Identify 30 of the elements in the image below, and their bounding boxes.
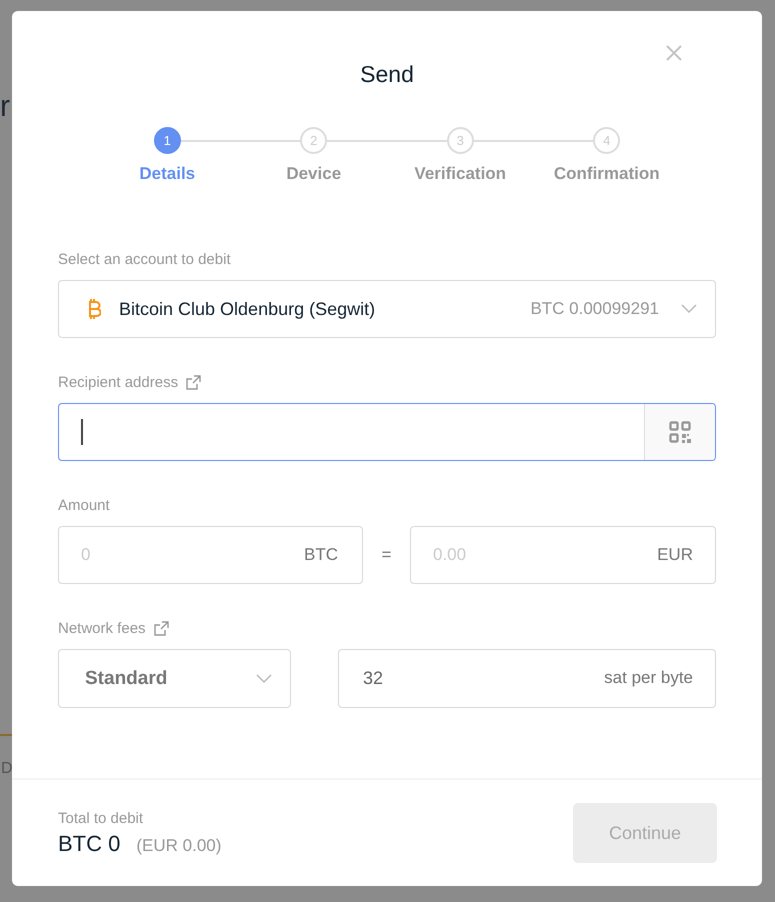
total-label: Total to debit	[58, 810, 144, 826]
step-label: Confirmation	[554, 164, 660, 184]
field-label: Recipient address	[58, 374, 178, 391]
step-number: 1	[154, 127, 181, 154]
qr-code-icon[interactable]	[669, 421, 691, 443]
account-name: Bitcoin Club Oldenburg (Segwit)	[119, 298, 376, 320]
chevron-down-icon	[681, 304, 697, 314]
account-select[interactable]: Bitcoin Club Oldenburg (Segwit) BTC 0.00099291	[58, 280, 716, 338]
step-label: Device	[286, 164, 342, 184]
unit-label: EUR	[657, 545, 693, 565]
field-label: Amount	[58, 497, 111, 514]
unit-label: sat per byte	[604, 668, 693, 688]
fee-preset-select[interactable]: Standard	[58, 649, 291, 708]
field-label: Select an account to debit	[58, 251, 232, 268]
external-link-icon[interactable]	[186, 375, 202, 390]
equals-sign: =	[380, 545, 392, 565]
chevron-down-icon	[256, 674, 272, 684]
step-label: Verification	[414, 164, 506, 184]
total-amount: BTC 0	[58, 830, 120, 856]
background-heading-text: r	[0, 90, 10, 124]
field-label: Network fees	[58, 620, 146, 637]
external-link-icon[interactable]	[154, 621, 169, 636]
account-balance: BTC 0.00099291	[530, 299, 659, 319]
bitcoin-icon	[87, 298, 101, 320]
recipient-address-field[interactable]	[58, 403, 716, 461]
total-fiat-amount: (EUR 0.00)	[136, 836, 222, 856]
step-label: Details	[139, 164, 196, 184]
dialog-title: Send	[360, 61, 414, 89]
close-icon[interactable]	[665, 44, 683, 62]
unit-label: BTC	[304, 545, 338, 565]
